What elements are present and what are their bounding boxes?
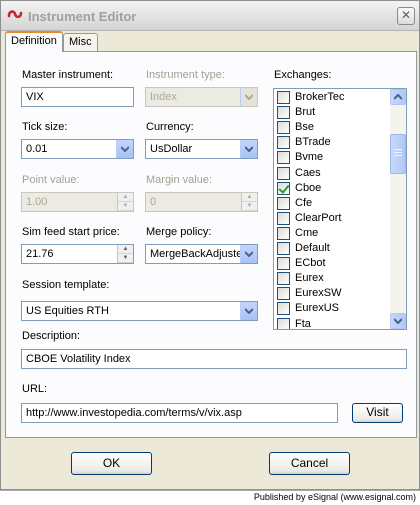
exchange-label: Caes	[295, 166, 321, 179]
tab-definition[interactable]: Definition	[5, 31, 63, 52]
currency-select[interactable]: UsDollar	[145, 139, 258, 159]
exchange-checkbox[interactable]	[277, 272, 290, 286]
session-template-label: Session template:	[22, 279, 110, 291]
point-value-input[interactable]: 1.00 ▲ ▼	[21, 192, 134, 212]
spinner-icon[interactable]: ▲ ▼	[117, 245, 133, 263]
merge-policy-select[interactable]: MergeBackAdjusted	[145, 244, 258, 264]
exchange-checkbox[interactable]	[277, 211, 290, 225]
session-template-value: US Equities RTH	[26, 305, 109, 317]
title-bar[interactable]: Instrument Editor ✕	[1, 1, 419, 31]
exchange-label: EurexSW	[295, 287, 342, 300]
exchange-checkbox[interactable]	[277, 257, 290, 271]
instrument-type-label: Instrument type:	[146, 69, 225, 81]
status-bar: Published by eSignal (www.esignal.com)	[0, 490, 420, 505]
description-input[interactable]: CBOE Volatility Index	[21, 349, 407, 369]
tick-size-label: Tick size:	[22, 121, 68, 133]
margin-value-input[interactable]: 0 ▲ ▼	[145, 192, 258, 212]
merge-policy-label: Merge policy:	[146, 226, 212, 238]
scrollbar-thumb[interactable]	[390, 134, 406, 174]
tick-size-value: 0.01	[26, 143, 48, 155]
description-label: Description:	[22, 330, 81, 342]
exchanges-list[interactable]: Fta EurexUS EurexSW Eurex ECbot Default Cme Cle…	[273, 88, 407, 330]
definition-panel: Master instrument: VIX Instrument type: …	[5, 51, 417, 438]
merge-policy-value: MergeBackAdjusted	[150, 248, 249, 260]
exchange-label: BTrade	[295, 136, 331, 149]
app-logo-icon	[7, 10, 23, 19]
currency-label: Currency:	[146, 121, 194, 133]
visit-button[interactable]: Visit	[352, 403, 403, 423]
chevron-down-icon[interactable]	[116, 140, 133, 158]
master-instrument-label: Master instrument:	[22, 69, 114, 81]
exchange-label: Fta	[295, 317, 311, 330]
url-input[interactable]: http://www.investopedia.com/terms/v/vix.…	[21, 403, 338, 423]
ok-button[interactable]: OK	[71, 452, 152, 475]
exchange-label: Cfe	[295, 196, 313, 209]
exchanges-label: Exchanges:	[274, 69, 332, 81]
arrow-down-icon[interactable]	[390, 313, 406, 329]
exchange-label: Bvme	[295, 151, 324, 164]
exchange-checkbox[interactable]	[277, 302, 290, 316]
exchange-checkbox[interactable]	[277, 287, 290, 301]
exchange-checkbox[interactable]	[277, 106, 290, 120]
sim-feed-start-price-label: Sim feed start price:	[22, 226, 120, 238]
margin-value-value: 0	[150, 196, 157, 208]
exchange-checkbox[interactable]	[277, 166, 290, 180]
exchange-checkbox[interactable]	[277, 151, 290, 165]
sim-feed-start-price-input[interactable]: 21.76 ▲ ▼	[21, 244, 134, 264]
exchange-checkbox[interactable]	[277, 121, 290, 135]
sim-feed-start-price-value: 21.76	[26, 248, 54, 260]
exchange-checkbox[interactable]	[277, 242, 290, 255]
url-label: URL:	[22, 383, 48, 395]
session-template-select[interactable]: US Equities RTH	[21, 301, 258, 321]
spinner-icon: ▲ ▼	[241, 193, 257, 211]
exchange-label: EurexUS	[295, 302, 340, 315]
exchange-checkbox[interactable]	[277, 317, 290, 329]
exchange-checkbox[interactable]	[277, 226, 290, 240]
close-button[interactable]: ✕	[397, 7, 415, 25]
exchange-label: Brut	[295, 106, 316, 119]
chevron-down-icon[interactable]	[240, 245, 257, 263]
spinner-icon: ▲ ▼	[117, 193, 133, 211]
exchange-label: Cboe	[295, 181, 322, 194]
exchange-label: Bse	[295, 121, 314, 134]
point-value-label: Point value:	[22, 174, 80, 186]
chevron-down-icon[interactable]	[240, 302, 257, 320]
chevron-down-icon[interactable]	[240, 140, 257, 158]
exchange-label: Eurex	[295, 272, 324, 285]
arrow-up-icon[interactable]	[390, 89, 406, 105]
exchange-label: BrokerTec	[295, 91, 345, 103]
exchange-label: ClearPort	[295, 211, 342, 224]
exchange-label: Default	[295, 242, 330, 254]
currency-value: UsDollar	[150, 143, 193, 155]
exchange-label: Cme	[295, 226, 319, 239]
point-value-value: 1.00	[26, 196, 48, 208]
master-instrument-input[interactable]: VIX	[21, 87, 134, 107]
exchange-checkbox[interactable]	[277, 181, 290, 195]
chevron-down-icon	[240, 88, 257, 106]
exchange-checkbox[interactable]	[277, 136, 290, 150]
tab-misc[interactable]: Misc	[63, 33, 98, 51]
margin-value-label: Margin value:	[146, 174, 213, 186]
exchanges-scrollbar[interactable]	[390, 89, 406, 329]
exchange-checkbox[interactable]	[277, 91, 290, 104]
exchange-checkbox[interactable]	[277, 196, 290, 210]
window-title: Instrument Editor	[28, 9, 137, 24]
cancel-button[interactable]: Cancel	[269, 452, 350, 475]
instrument-editor-window: Instrument Editor ✕ Definition Misc Mast…	[0, 0, 420, 490]
exchange-label: ECbot	[295, 257, 326, 270]
tick-size-select[interactable]: 0.01	[21, 139, 134, 159]
instrument-type-value: Index	[150, 91, 177, 103]
publisher-text: Published by eSignal (www.esignal.com)	[253, 492, 416, 502]
instrument-type-select[interactable]: Index	[145, 87, 258, 107]
